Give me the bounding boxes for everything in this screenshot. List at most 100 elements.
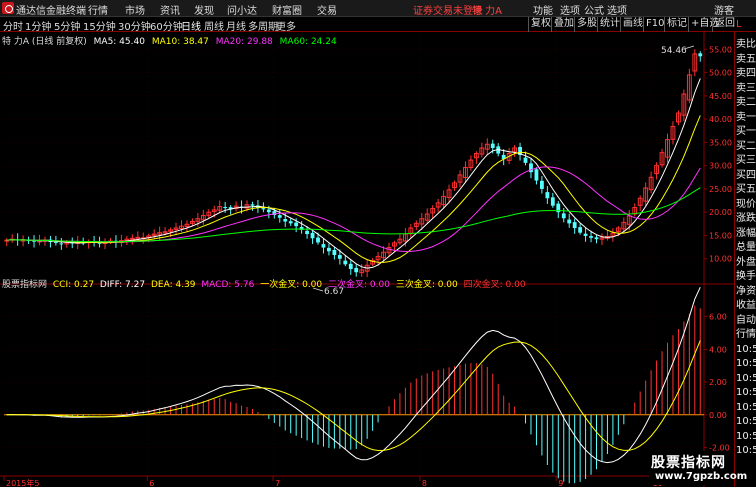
candle-body — [348, 263, 353, 269]
watermark-url: www.7gpzb.com — [655, 471, 748, 482]
menu-news[interactable]: 资讯 — [160, 2, 180, 17]
legend-title: 特 力A (日线 前复权) — [2, 37, 87, 47]
quote-panel-row: 10:50 — [736, 358, 756, 369]
candle-body — [327, 247, 331, 252]
price-tick-label: 15.00 — [709, 231, 732, 240]
candle-body — [316, 237, 320, 243]
menu-options[interactable]: 选项 — [560, 2, 580, 17]
tool-draw-line[interactable]: 画线 — [620, 17, 645, 32]
quote-panel-row: 卖四 — [736, 68, 756, 79]
tool-mark[interactable]: 标记 — [664, 17, 689, 32]
tool-back[interactable]: 返回 — [712, 17, 737, 32]
price-axis: 55.00 50.00 45.00 40.00 35.00 30.00 25.00 20.00… — [704, 45, 732, 264]
quote-panel-row: 总量 — [736, 242, 756, 253]
quote-panel-row: 买五 — [736, 184, 756, 195]
candle-body — [578, 227, 583, 233]
candle-body — [583, 233, 588, 236]
period-weekly[interactable]: 周线 — [204, 18, 224, 33]
quote-panel-row: 净资 — [736, 285, 756, 297]
legend-ma20: MA20: 29.88 — [215, 37, 273, 47]
period-toolbar: 分时 1分钟 5分钟 15分钟 30分钟 60分钟 日线 周线 月线 多周期 更… — [0, 17, 756, 33]
candle-body — [539, 180, 544, 189]
period-60min[interactable]: 60分钟 — [150, 18, 183, 33]
quote-panel-row: 10:51 — [736, 401, 756, 413]
candle-body — [523, 157, 528, 163]
quote-side-panel: L 卖比 卖五 卖四 卖三 卖二 卖一 买一 买二 买三 买四 买五 现价 涨跌 涨幅 总量 外盘 换手 净资 收益自… — [734, 19, 756, 487]
legend-cross-3: 三次金叉: 0.00 — [395, 280, 458, 290]
menu-trade[interactable]: 交易 — [317, 2, 337, 17]
candle-body — [321, 244, 326, 248]
date-tick-label: 9 — [558, 479, 563, 487]
quote-panel-row: 10:51 — [736, 387, 756, 398]
app-logo-icon — [2, 2, 14, 14]
quote-panel-row: 外盘 — [736, 256, 756, 268]
quote-panel-row: 10:52 — [736, 430, 756, 442]
period-monthly[interactable]: 月线 — [226, 18, 246, 33]
menu-discover[interactable]: 发现 — [194, 2, 214, 17]
date-tick-label: 6 — [149, 479, 154, 487]
candle-body — [310, 232, 315, 239]
candle-body — [129, 237, 135, 240]
quote-panel-row: 买一 — [736, 126, 756, 137]
candle-body — [261, 208, 266, 210]
quote-panel-row: 行情 — [736, 329, 756, 340]
candle-body — [223, 207, 228, 209]
quote-panel-row: 收益 — [736, 300, 756, 311]
tool-statistics[interactable]: 统计 — [597, 17, 622, 32]
quote-panel-row: 卖一 — [736, 111, 756, 123]
candle-body — [283, 219, 288, 222]
period-intraday[interactable]: 分时 — [3, 18, 23, 33]
panel-corner-label: L — [736, 19, 742, 30]
legend-cross-1: 一次金叉: 0.00 — [260, 280, 323, 290]
menu-ask-xiaoda[interactable]: 问小达 — [227, 2, 257, 17]
menu-market[interactable]: 市场 — [125, 2, 145, 17]
quote-panel-row: 换手 — [736, 271, 756, 282]
candle-body — [288, 221, 293, 224]
site-watermark: 股票指标网 www.7gpzb.com — [649, 451, 747, 485]
tool-multi-stock[interactable]: 多股 — [574, 17, 599, 32]
period-15min[interactable]: 15分钟 — [83, 18, 116, 33]
watermark-title: 股票指标网 — [651, 455, 726, 471]
guest-label[interactable]: 游客 — [714, 2, 734, 17]
tool-overlay[interactable]: 叠加 — [551, 17, 576, 32]
candle-body — [594, 237, 599, 240]
period-5min[interactable]: 5分钟 — [54, 18, 80, 33]
quote-panel-row: 10:52 — [736, 445, 756, 456]
menu-wealth-circle[interactable]: 财富圈 — [272, 2, 302, 17]
period-1min[interactable]: 1分钟 — [25, 18, 51, 33]
quote-panel-row: 卖五 — [736, 53, 756, 65]
candle-body — [59, 243, 64, 245]
candle-body — [343, 260, 348, 265]
quote-panel-row: 卖二 — [736, 97, 756, 108]
price-tick-label: 30.00 — [709, 162, 732, 171]
period-30min[interactable]: 30分钟 — [118, 18, 151, 33]
menu-options-2[interactable]: 选项 — [607, 2, 627, 17]
tool-restore-rights[interactable]: 复权 — [528, 17, 553, 32]
indicator-title[interactable]: 股票指标网 — [2, 280, 47, 290]
candle-body — [135, 236, 141, 239]
price-tick-label: 35.00 — [709, 138, 732, 147]
menu-market-quotes[interactable]: 行情 — [88, 2, 108, 17]
candle-body — [294, 222, 299, 227]
legend-ma60: MA60: 24.24 — [279, 37, 337, 47]
date-tick-label: 8 — [422, 479, 427, 487]
quote-panel-row: 买四 — [736, 169, 756, 181]
candle-body — [550, 197, 555, 206]
kline-chart[interactable]: 55.00 50.00 45.00 40.00 35.00 30.00 25.00 20.00… — [0, 32, 734, 487]
tool-f10[interactable]: F10 — [643, 17, 666, 32]
menu-formula[interactable]: 公式 — [584, 2, 604, 17]
period-multi[interactable]: 多周期 — [248, 18, 278, 33]
legend-cci: CCI: 0.27 — [52, 280, 95, 290]
macd-tick-label: 4.00 — [709, 345, 727, 354]
menu-functions[interactable]: 功能 — [533, 2, 553, 17]
candle-body — [490, 143, 495, 148]
current-stock-name: 特 力A — [472, 6, 503, 17]
high-price-annotation: 54.46 — [661, 46, 687, 56]
price-tick-label: 55.00 — [709, 45, 732, 54]
candle-body — [250, 204, 255, 206]
period-daily[interactable]: 日线 — [181, 18, 201, 33]
quote-panel-row: 自动 — [736, 314, 756, 326]
legend-cross-2: 二次金叉: 0.00 — [328, 280, 390, 290]
quote-panel-row: 10:50 — [736, 343, 756, 355]
period-more[interactable]: 更多 — [276, 18, 296, 33]
